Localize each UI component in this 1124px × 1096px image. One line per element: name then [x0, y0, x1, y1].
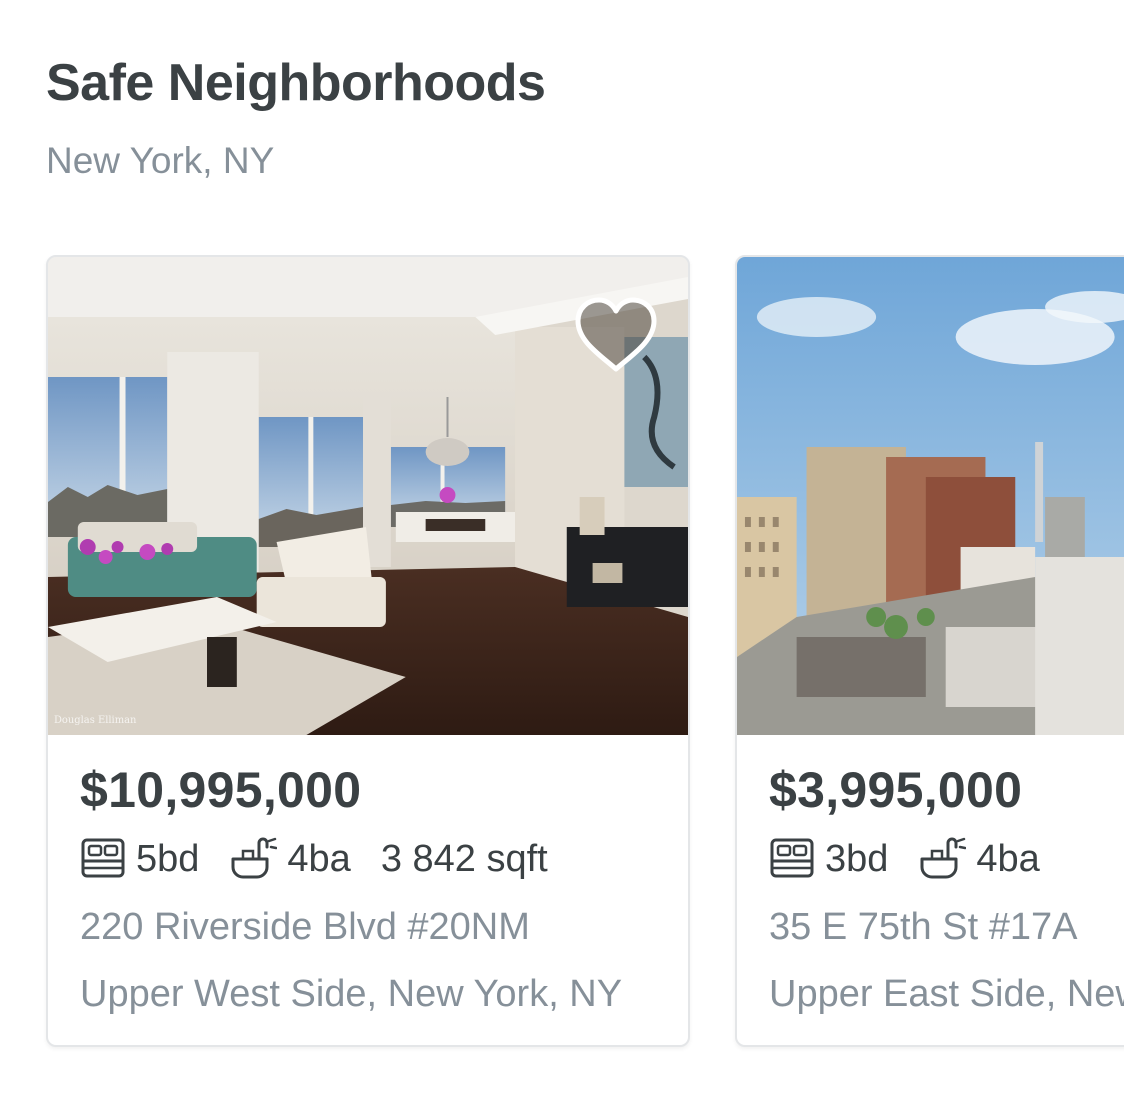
baths-label: 4ba	[976, 837, 1040, 880]
baths-stat: 4ba	[918, 837, 1040, 881]
beds-label: 3bd	[825, 837, 889, 880]
baths-stat: 4ba	[229, 837, 351, 881]
listing-photo-city-view[interactable]	[737, 257, 1124, 735]
bed-icon	[770, 838, 814, 878]
listing-stats: 5bd 4ba 3 842 sqft	[80, 833, 578, 885]
beds-stat: 3bd	[769, 837, 888, 881]
listing-neighborhood: Upper East Side, New York, NY	[769, 973, 1124, 1015]
section-location: New York, NY	[46, 140, 275, 181]
listing-neighborhood: Upper West Side, New York, NY	[80, 973, 623, 1015]
photo-watermark: Douglas Elliman	[54, 715, 137, 726]
bathtub-icon	[920, 837, 967, 879]
listing-carousel[interactable]: Douglas Elliman $10,995,000 5bd 4ba 3 84…	[0, 255, 1124, 1055]
beds-stat: 5bd	[80, 837, 199, 881]
bed-icon	[81, 838, 125, 878]
listing-stats: 3bd 4ba	[769, 833, 1070, 885]
heart-icon[interactable]	[574, 297, 658, 375]
baths-label: 4ba	[287, 837, 351, 880]
listing-price: $10,995,000	[80, 762, 362, 818]
listing-card[interactable]: $3,995,000 3bd 4ba 35 E 75th St #17A Upp…	[735, 255, 1124, 1047]
listing-price: $3,995,000	[769, 762, 1023, 818]
bathtub-icon	[231, 837, 278, 879]
listing-address[interactable]: 220 Riverside Blvd #20NM	[80, 903, 530, 951]
listing-address[interactable]: 35 E 75th St #17A	[769, 903, 1077, 951]
section-title: Safe Neighborhoods	[46, 54, 546, 112]
listing-card[interactable]: Douglas Elliman $10,995,000 5bd 4ba 3 84…	[46, 255, 690, 1047]
beds-label: 5bd	[136, 837, 200, 880]
sqft-stat: 3 842 sqft	[380, 837, 548, 880]
